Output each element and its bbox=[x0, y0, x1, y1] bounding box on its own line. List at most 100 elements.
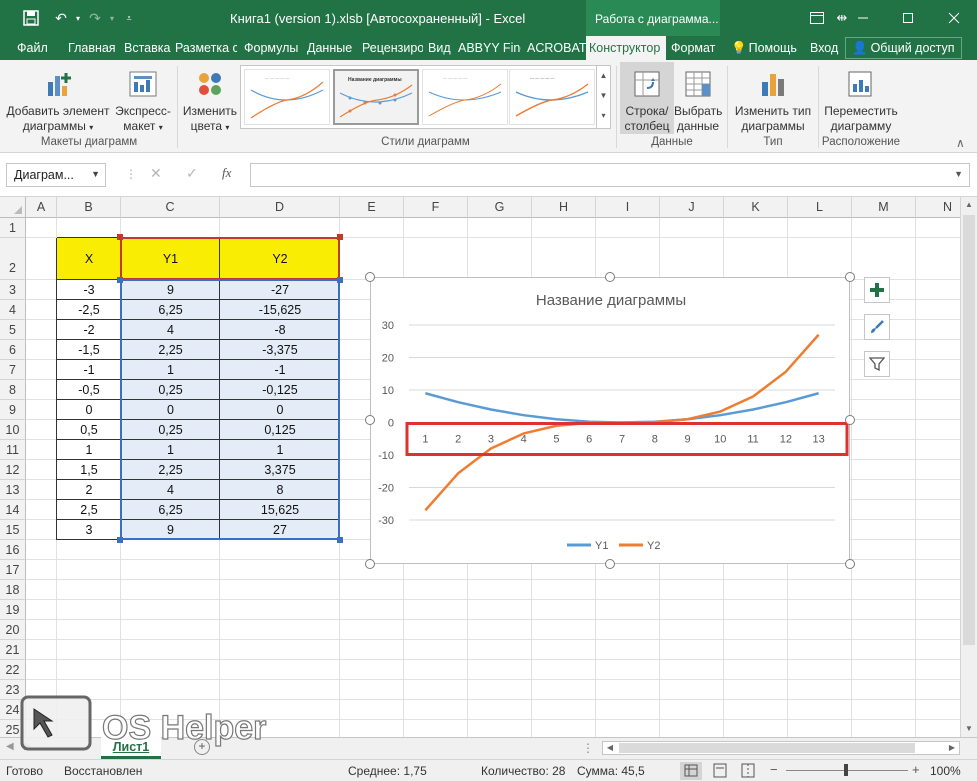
table-header-x[interactable]: X bbox=[57, 238, 121, 280]
resize-handle[interactable] bbox=[845, 559, 855, 569]
table-cell[interactable]: -1 bbox=[220, 360, 340, 380]
chevron-down-icon[interactable]: ▼ bbox=[91, 169, 100, 179]
row-header-22[interactable]: 22 bbox=[0, 660, 26, 680]
insert-function-icon[interactable]: fx bbox=[222, 165, 231, 181]
chart-filters-button[interactable] bbox=[864, 351, 890, 377]
table-cell[interactable]: -15,625 bbox=[220, 300, 340, 320]
tab-design[interactable]: Конструктор bbox=[586, 36, 666, 60]
resize-handle[interactable] bbox=[605, 559, 615, 569]
collapse-ribbon-icon[interactable]: ∧ bbox=[956, 136, 965, 150]
column-header-D[interactable]: D bbox=[220, 197, 340, 218]
row-header-5[interactable]: 5 bbox=[0, 320, 26, 340]
table-cell[interactable]: -27 bbox=[220, 280, 340, 300]
row-header-4[interactable]: 4 bbox=[0, 300, 26, 320]
chart-elements-button[interactable] bbox=[864, 277, 890, 303]
table-cell[interactable]: 0 bbox=[220, 400, 340, 420]
chart-style-1[interactable]: — — — — — bbox=[244, 69, 330, 125]
row-header-1[interactable]: 1 bbox=[0, 218, 26, 238]
tab-split-icon[interactable]: ⋮ bbox=[582, 741, 594, 755]
scroll-down-icon[interactable]: ▼ bbox=[961, 721, 977, 737]
row-header-10[interactable]: 10 bbox=[0, 420, 26, 440]
chart-styles-button[interactable] bbox=[864, 314, 890, 340]
chart[interactable]: Название диаграммы 30 20 10 0 -10 -20 -30 1 2 3 4 5 6… bbox=[370, 277, 850, 564]
row-header-25[interactable]: 25 bbox=[0, 720, 26, 737]
table-cell[interactable]: 2,5 bbox=[57, 500, 121, 520]
redo-dropdown-icon[interactable]: ▾ bbox=[103, 9, 121, 27]
table-cell[interactable]: 1 bbox=[57, 440, 121, 460]
tab-data[interactable]: Данные bbox=[304, 36, 355, 60]
resize-handle[interactable] bbox=[845, 415, 855, 425]
column-header-J[interactable]: J bbox=[660, 197, 724, 218]
sheet-tab-list1[interactable]: Лист1 bbox=[101, 737, 161, 759]
save-icon[interactable] bbox=[22, 9, 40, 27]
resize-handle[interactable] bbox=[605, 272, 615, 282]
tab-home[interactable]: Главная bbox=[65, 36, 119, 60]
row-header-6[interactable]: 6 bbox=[0, 340, 26, 360]
zoom-out-icon[interactable]: − bbox=[770, 762, 778, 777]
column-header-M[interactable]: M bbox=[852, 197, 916, 218]
row-header-17[interactable]: 17 bbox=[0, 560, 26, 580]
scroll-right-arrow-icon[interactable]: ▶ bbox=[945, 741, 959, 755]
table-cell[interactable]: 6,25 bbox=[121, 300, 220, 320]
restore-icon[interactable] bbox=[885, 0, 931, 36]
close-icon[interactable] bbox=[931, 0, 977, 36]
table-cell[interactable]: 2 bbox=[57, 480, 121, 500]
table-cell[interactable]: 1 bbox=[121, 440, 220, 460]
more-options-icon[interactable]: ⋮ bbox=[125, 167, 137, 181]
row-header-12[interactable]: 12 bbox=[0, 460, 26, 480]
scroll-up-icon[interactable]: ▲ bbox=[961, 197, 977, 213]
change-colors-button[interactable]: Изменить цвета ▾ bbox=[180, 68, 240, 135]
table-cell[interactable]: -3 bbox=[57, 280, 121, 300]
resize-handle[interactable] bbox=[845, 272, 855, 282]
tab-review[interactable]: Рецензиро bbox=[359, 36, 423, 60]
tell-me-box[interactable]: 💡 Помощь bbox=[728, 36, 800, 60]
column-header-K[interactable]: K bbox=[724, 197, 788, 218]
quick-layout-button[interactable]: Экспресс- макет ▾ bbox=[112, 68, 174, 135]
table-cell[interactable]: 0,25 bbox=[121, 420, 220, 440]
gallery-down-icon[interactable]: ▼ bbox=[597, 86, 610, 106]
undo-dropdown-icon[interactable]: ▾ bbox=[69, 9, 87, 27]
table-cell[interactable]: 1 bbox=[121, 360, 220, 380]
tab-view[interactable]: Вид bbox=[425, 36, 454, 60]
column-header-G[interactable]: G bbox=[468, 197, 532, 218]
table-cell[interactable]: 15,625 bbox=[220, 500, 340, 520]
gallery-scroll[interactable]: ▲ ▼ ▾ bbox=[596, 66, 610, 128]
row-header-16[interactable]: 16 bbox=[0, 540, 26, 560]
horizontal-scrollbar[interactable]: ◀ ▶ bbox=[602, 741, 960, 755]
table-cell[interactable]: 6,25 bbox=[121, 500, 220, 520]
tab-abbyy[interactable]: ABBYY Fine bbox=[455, 36, 521, 60]
tab-insert[interactable]: Вставка bbox=[121, 36, 173, 60]
row-header-14[interactable]: 14 bbox=[0, 500, 26, 520]
table-cell[interactable]: -8 bbox=[220, 320, 340, 340]
table-cell[interactable]: 9 bbox=[121, 280, 220, 300]
gallery-up-icon[interactable]: ▲ bbox=[597, 66, 610, 86]
tab-acrobat[interactable]: ACROBAT bbox=[524, 36, 590, 60]
resize-handle[interactable] bbox=[365, 415, 375, 425]
tab-formulas[interactable]: Формулы bbox=[241, 36, 301, 60]
move-chart-button[interactable]: Переместить диаграмму bbox=[820, 68, 902, 134]
page-layout-view-icon[interactable] bbox=[712, 763, 728, 781]
table-cell[interactable]: 2,25 bbox=[121, 460, 220, 480]
select-all-corner[interactable] bbox=[0, 197, 26, 218]
row-header-18[interactable]: 18 bbox=[0, 580, 26, 600]
table-cell[interactable]: 1 bbox=[220, 440, 340, 460]
name-box[interactable]: Диаграм... ▼ bbox=[6, 163, 106, 187]
table-cell[interactable]: -1 bbox=[57, 360, 121, 380]
resize-handle[interactable] bbox=[365, 272, 375, 282]
column-header-H[interactable]: H bbox=[532, 197, 596, 218]
table-cell[interactable]: 3,375 bbox=[220, 460, 340, 480]
add-sheet-icon[interactable]: + bbox=[194, 739, 210, 755]
add-chart-element-button[interactable]: Добавить элемент диаграммы ▾ bbox=[4, 68, 112, 135]
column-header-A[interactable]: A bbox=[26, 197, 57, 218]
table-cell[interactable]: 0,125 bbox=[220, 420, 340, 440]
minimize-icon[interactable] bbox=[840, 0, 886, 36]
row-header-7[interactable]: 7 bbox=[0, 360, 26, 380]
table-cell[interactable]: 3 bbox=[57, 520, 121, 540]
tab-page-layout[interactable]: Разметка с bbox=[172, 36, 237, 60]
undo-icon[interactable]: ↶ bbox=[52, 9, 70, 27]
row-header-23[interactable]: 23 bbox=[0, 680, 26, 700]
tab-format[interactable]: Формат bbox=[668, 36, 718, 60]
column-header-B[interactable]: B bbox=[57, 197, 121, 218]
scroll-left-icon[interactable]: ◀ bbox=[6, 741, 14, 752]
chart-title[interactable]: Название диаграммы bbox=[536, 292, 686, 309]
